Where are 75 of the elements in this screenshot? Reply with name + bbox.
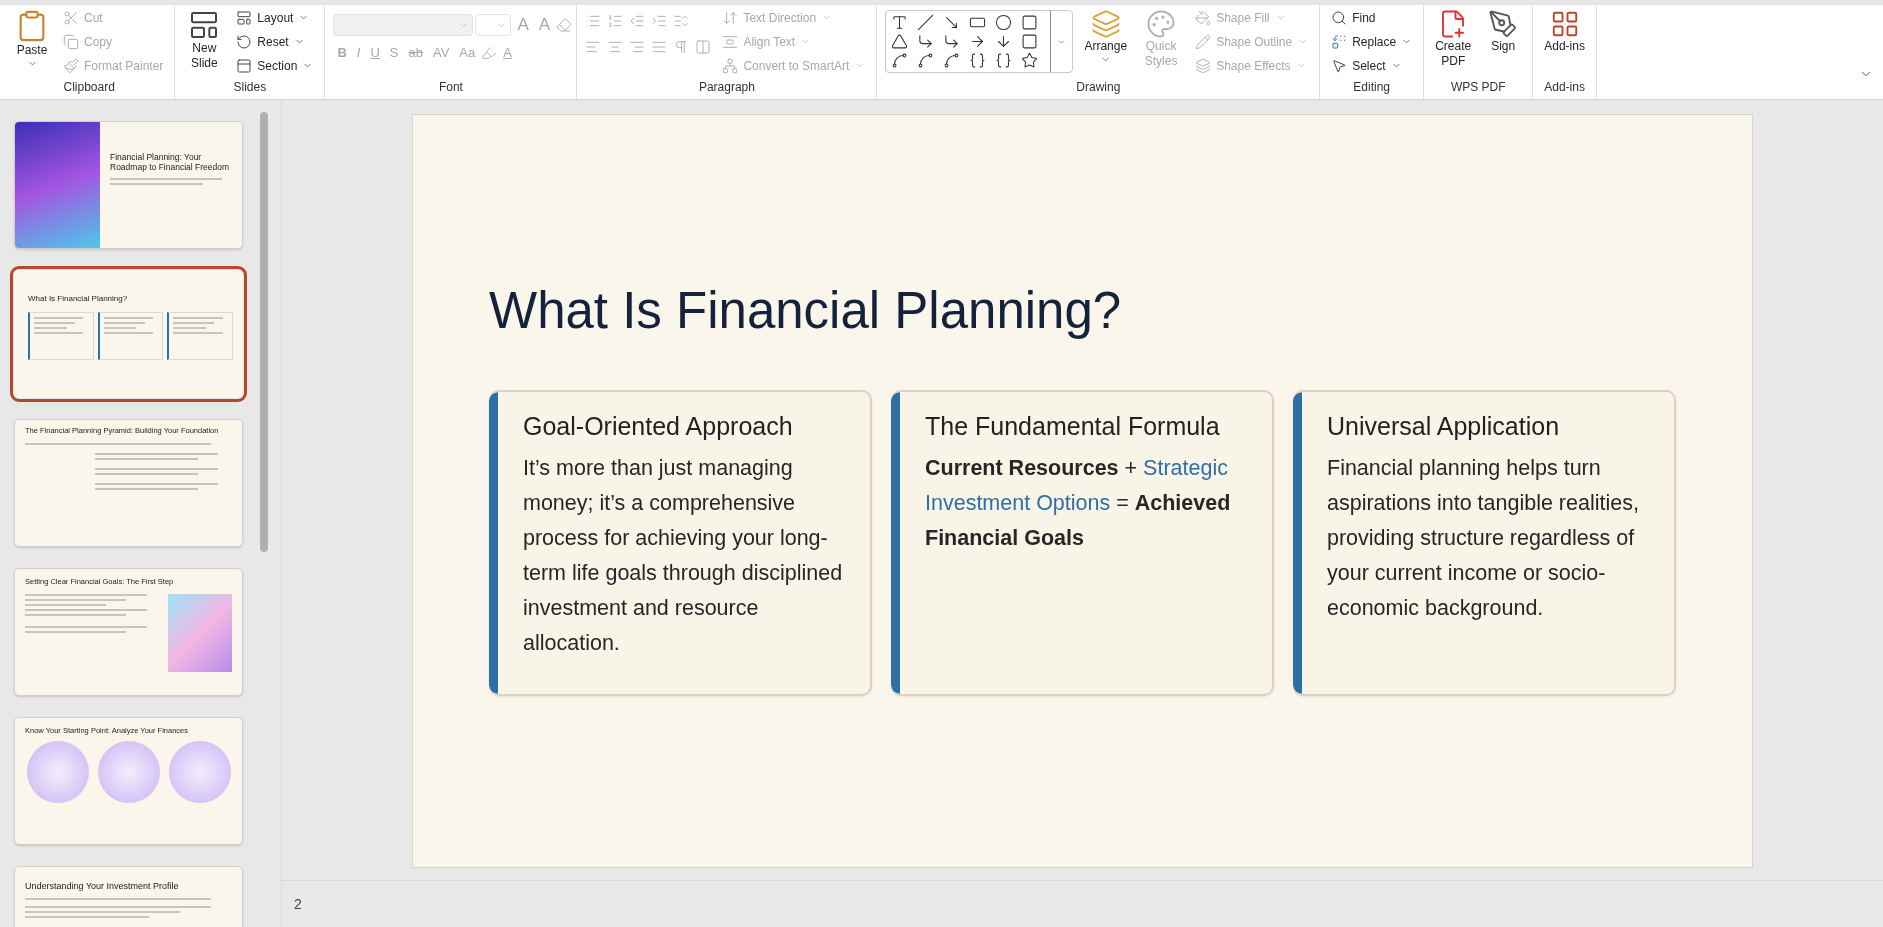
layout-icon: [236, 9, 253, 26]
connector-icon: [917, 33, 935, 50]
quick-styles-icon: [1146, 9, 1177, 39]
slide-title: Financial Planning: Your Roadmap to Financial Freedom: [110, 152, 231, 173]
pdf-tool-button[interactable]: Sign: [1482, 7, 1525, 56]
indent-increase-icon: [651, 13, 668, 29]
card-heading: Universal Application: [1327, 412, 1561, 441]
font-size-field[interactable]: [475, 14, 512, 36]
paintbrush-icon: [63, 57, 79, 74]
card-text: Financial planning helps turn aspirations into tangible realities, providing structure regardless of your current income or socio-economic background.: [1327, 455, 1640, 622]
scissors-icon: [63, 9, 79, 26]
group-label: Add-ins: [1543, 79, 1586, 96]
card-heading: Goal-Oriented Approach: [523, 412, 794, 441]
group-label: Drawing: [1075, 79, 1122, 96]
card-text: Current Resources + Strategic Investment Options = Achieved Financial Goals: [925, 455, 1232, 552]
numbering-icon: [607, 13, 624, 29]
group-label: Slides: [232, 79, 268, 96]
reset-icon: [236, 33, 253, 50]
card-heading: The Fundamental Formula: [925, 412, 1221, 441]
slide-thumbnail[interactable]: Financial Planning: Your Roadmap to Financial Freedom: [14, 121, 243, 249]
indent-decrease-icon: [629, 13, 646, 29]
brace-icon: [995, 52, 1013, 69]
slide-title: What Is Financial Planning?: [28, 294, 129, 304]
shape-icon: [1021, 33, 1039, 50]
clear-format-icon: [556, 17, 573, 33]
editing-button[interactable]: Find: [1328, 7, 1416, 28]
card-text: It’s more than just managing money; it’s a comprehensive process for achieving your long-term life goals through disciplined investment and resource allocation.: [523, 455, 844, 657]
pen-nib-icon: [1488, 9, 1519, 39]
pencil-icon: [1195, 33, 1212, 50]
editing-button[interactable]: Select: [1328, 55, 1416, 76]
slides-button[interactable]: Section: [233, 55, 317, 76]
arc-icon: [917, 52, 935, 69]
slides-button[interactable]: Reset: [233, 31, 317, 52]
align-left-icon: [585, 39, 602, 55]
slide-title: What Is Financial Planning?: [489, 281, 1123, 340]
bullets-icon: [585, 13, 602, 29]
group-label: Paragraph: [697, 79, 756, 96]
text-direction-icon: [722, 9, 739, 26]
align-right-icon: [629, 39, 646, 55]
line-icon: [917, 14, 935, 31]
group-label: Font: [437, 79, 464, 96]
pointer-icon: [1331, 57, 1348, 74]
curve-icon: [943, 52, 961, 69]
oval-icon: [995, 14, 1013, 31]
group-label: Clipboard: [62, 79, 116, 96]
justify-icon: [651, 39, 668, 55]
text-box-icon: [891, 14, 909, 31]
arrow-connector-icon: [943, 33, 961, 50]
pdf-tool-button[interactable]: Create PDF: [1432, 7, 1475, 71]
align-text-icon: [722, 33, 739, 50]
paint-bucket-icon: [1195, 9, 1212, 26]
group-label: Editing: [1352, 79, 1392, 96]
shapes-gallery[interactable]: [885, 10, 1074, 73]
brace-icon: [969, 52, 987, 69]
rounded-rectangle-icon: [1021, 14, 1039, 31]
copy-icon: [63, 33, 79, 50]
slide-number: 2: [294, 896, 302, 912]
arrange-button[interactable]: Arrange: [1081, 7, 1131, 67]
group-label: WPS PDF: [1449, 79, 1507, 96]
triangle-icon: [891, 33, 909, 50]
line-spacing-icon: [673, 13, 690, 29]
editing-button[interactable]: Replace: [1328, 31, 1416, 52]
add-ins-button[interactable]: Add-ins: [1541, 7, 1588, 56]
search-icon: [1331, 9, 1348, 26]
replace-icon: [1331, 33, 1348, 50]
star-icon: [1021, 52, 1039, 69]
slides-button[interactable]: Layout: [233, 7, 317, 28]
new-slide-button[interactable]: New Slide: [183, 7, 226, 73]
columns-icon: [695, 39, 712, 55]
slide-title: Understanding Your Investment Profile: [25, 881, 180, 892]
slide-thumbnail[interactable]: Understanding Your Investment Profile: [14, 866, 243, 927]
section-icon: [236, 57, 253, 74]
align-center-icon: [607, 39, 624, 55]
paste-button[interactable]: Paste: [12, 7, 52, 71]
highlighter-icon: [481, 44, 498, 61]
